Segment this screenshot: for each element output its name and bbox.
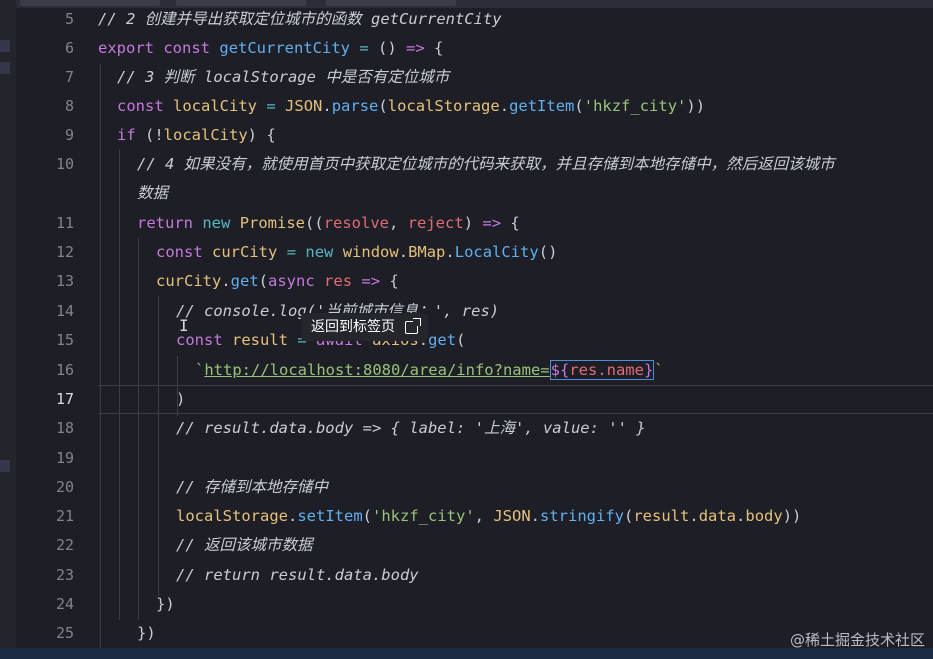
text-cursor-icon: I	[179, 316, 189, 335]
code-line[interactable]: 14 // console.log('当前城市信息：', res)	[0, 297, 933, 326]
external-link-icon	[405, 317, 421, 334]
code-line[interactable]: 16 `http://localhost:8080/area/info?name…	[0, 356, 933, 385]
code-text: localStorage.setItem('hkzf_city', JSON.s…	[176, 507, 802, 525]
code-line[interactable]: 21 localStorage.setItem('hkzf_city', JSO…	[0, 502, 933, 531]
line-number: 6	[64, 39, 74, 57]
code-text: if (!localCity) {	[117, 126, 276, 144]
code-text: // 3 判断 localStorage 中是否有定位城市	[117, 68, 450, 86]
line-number: 8	[64, 97, 74, 115]
line-number: 19	[55, 449, 74, 467]
line-number: 15	[55, 331, 74, 349]
code-line[interactable]: 6 export const getCurrentCity = () => {	[0, 34, 933, 63]
code-text: })	[156, 595, 175, 613]
code-line[interactable]: 13 curCity.get(async res => {	[0, 267, 933, 296]
code-text: const localCity = JSON.parse(localStorag…	[117, 97, 706, 115]
code-line[interactable]: 10 // 4 如果没有，就使用首页中获取定位城市的代码来获取，并且存储到本地存…	[0, 150, 933, 179]
code-line[interactable]: 12 const curCity = new window.BMap.Local…	[0, 238, 933, 267]
code-text: const curCity = new window.BMap.LocalCit…	[156, 243, 558, 261]
line-number: 9	[64, 126, 74, 144]
line-number: 25	[55, 624, 74, 642]
line-number: 10	[55, 155, 74, 173]
line-number: 14	[55, 302, 74, 320]
code-line[interactable]: 11 return new Promise((resolve, reject) …	[0, 209, 933, 238]
code-editor[interactable]: 5 // 2 创建并导出获取定位城市的函数 getCurrentCity 6 e…	[0, 0, 933, 648]
back-to-tab-label: 返回到标签页	[311, 319, 395, 335]
code-text: // 存储到本地存储中	[176, 478, 328, 496]
code-text: return new Promise((resolve, reject) => …	[137, 214, 520, 232]
code-text: // 2 创建并导出获取定位城市的函数 getCurrentCity	[98, 10, 502, 28]
line-number: 17	[55, 390, 74, 408]
code-line[interactable]: 24 })	[0, 590, 933, 619]
code-text: export const getCurrentCity = () => {	[98, 39, 444, 57]
line-number: 5	[64, 10, 74, 28]
code-line[interactable]: 20 // 存储到本地存储中	[0, 473, 933, 502]
code-text: 数据	[137, 184, 169, 202]
code-text: // 返回该城市数据	[176, 536, 313, 554]
code-line[interactable]: 8 const localCity = JSON.parse(localStor…	[0, 92, 933, 121]
code-line[interactable]: 22 // 返回该城市数据	[0, 531, 933, 560]
code-line[interactable]: 数据	[0, 179, 933, 208]
line-number: 24	[55, 595, 74, 613]
code-text: )	[176, 390, 186, 408]
line-number: 13	[55, 272, 74, 290]
watermark: @稀土掘金技术社区	[789, 631, 925, 649]
line-number: 7	[64, 68, 74, 86]
code-line[interactable]: 7 // 3 判断 localStorage 中是否有定位城市	[0, 63, 933, 92]
back-to-tab-button[interactable]: 返回到标签页	[301, 313, 428, 341]
code-line[interactable]: 19	[0, 444, 933, 473]
code-line[interactable]: 17 )	[0, 385, 933, 414]
line-number: 18	[55, 419, 74, 437]
code-text: // 4 如果没有，就使用首页中获取定位城市的代码来获取，并且存储到本地存储中，…	[137, 155, 835, 173]
line-number: 23	[55, 566, 74, 584]
code-text: // result.data.body => { label: '上海', va…	[176, 419, 646, 437]
code-line[interactable]: 18 // result.data.body => { label: '上海',…	[0, 414, 933, 443]
code-text: // return result.data.body	[176, 566, 419, 584]
code-text: curCity.get(async res => {	[156, 272, 399, 290]
line-number: 22	[55, 536, 74, 554]
code-text: `http://localhost:8080/area/info?name=${…	[195, 360, 664, 380]
line-number: 11	[55, 214, 74, 232]
code-text: })	[137, 624, 156, 642]
code-line[interactable]: 23 // return result.data.body	[0, 561, 933, 590]
line-number: 21	[55, 507, 74, 525]
line-number: 12	[55, 243, 74, 261]
code-line[interactable]: 9 if (!localCity) {	[0, 121, 933, 150]
code-line[interactable]: 5 // 2 创建并导出获取定位城市的函数 getCurrentCity	[0, 5, 933, 34]
line-number: 20	[55, 478, 74, 496]
code-line[interactable]: 15 const result = await axios.get(	[0, 326, 933, 355]
line-number: 16	[55, 361, 74, 379]
